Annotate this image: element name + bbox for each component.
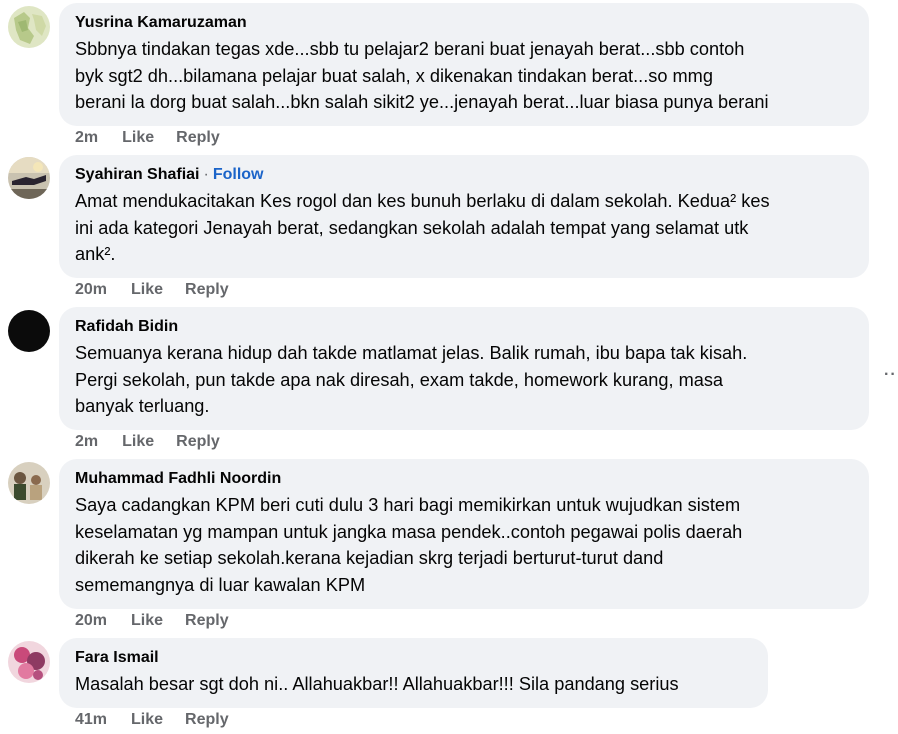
comment-text: Saya cadangkan KPM beri cuti dulu 3 hari… (75, 495, 743, 595)
comment-timestamp[interactable]: 2m (75, 433, 98, 451)
comment-timestamp[interactable]: 2m (75, 129, 98, 147)
comment-bubble: Rafidah Bidin Semuanya kerana hidup dah … (59, 307, 869, 430)
avatar[interactable] (8, 310, 50, 352)
comment-bubble: Yusrina Kamaruzaman Sbbnya tindakan tega… (59, 3, 869, 126)
avatar[interactable] (8, 462, 50, 504)
comment-text: Amat mendukacitakan Kes rogol dan kes bu… (75, 191, 770, 264)
comment-bubble: Muhammad Fadhli Noordin Saya cadangkan K… (59, 459, 869, 609)
more-dots-icon[interactable]: ·· (884, 366, 897, 384)
like-button[interactable]: Like (131, 711, 163, 729)
comment-timestamp[interactable]: 20m (75, 612, 107, 630)
separator-dot: · (203, 166, 209, 183)
comment-actions: 2m Like Reply (75, 433, 220, 451)
comment-timestamp[interactable]: 20m (75, 281, 107, 299)
comment-bubble: Syahiran Shafiai · Follow Amat mendukacita… (59, 155, 869, 278)
commenter-name[interactable]: Syahiran Shafiai (75, 165, 200, 185)
name-row: Syahiran Shafiai · Follow (75, 165, 853, 185)
commenter-name[interactable]: Rafidah Bidin (75, 317, 178, 337)
reply-button[interactable]: Reply (176, 433, 220, 451)
like-button[interactable]: Like (122, 129, 154, 147)
comment-text: Semuanya kerana hidup dah takde matlamat… (75, 343, 748, 416)
commenter-name[interactable]: Muhammad Fadhli Noordin (75, 469, 281, 489)
avatar[interactable] (8, 641, 50, 683)
comment-timestamp[interactable]: 41m (75, 711, 107, 729)
like-button[interactable]: Like (122, 433, 154, 451)
reply-button[interactable]: Reply (185, 711, 229, 729)
follow-button[interactable]: Follow (213, 166, 264, 183)
comment-text: Masalah besar sgt doh ni.. Allahuakbar!!… (75, 674, 679, 694)
comment-actions: 20m Like Reply (75, 281, 229, 299)
reply-button[interactable]: Reply (176, 129, 220, 147)
reply-button[interactable]: Reply (185, 281, 229, 299)
like-button[interactable]: Like (131, 281, 163, 299)
reply-button[interactable]: Reply (185, 612, 229, 630)
like-button[interactable]: Like (131, 612, 163, 630)
comment-actions: 41m Like Reply (75, 711, 229, 729)
commenter-name[interactable]: Yusrina Kamaruzaman (75, 13, 247, 33)
comment-bubble: Fara Ismail Masalah besar sgt doh ni.. A… (59, 638, 768, 708)
commenter-name[interactable]: Fara Ismail (75, 648, 159, 668)
avatar[interactable] (8, 157, 50, 199)
comment-actions: 20m Like Reply (75, 612, 229, 630)
comment-actions: 2m Like Reply (75, 129, 220, 147)
avatar[interactable] (8, 6, 50, 48)
comment-text: Sbbnya tindakan tegas xde...sbb tu pelaj… (75, 39, 769, 112)
